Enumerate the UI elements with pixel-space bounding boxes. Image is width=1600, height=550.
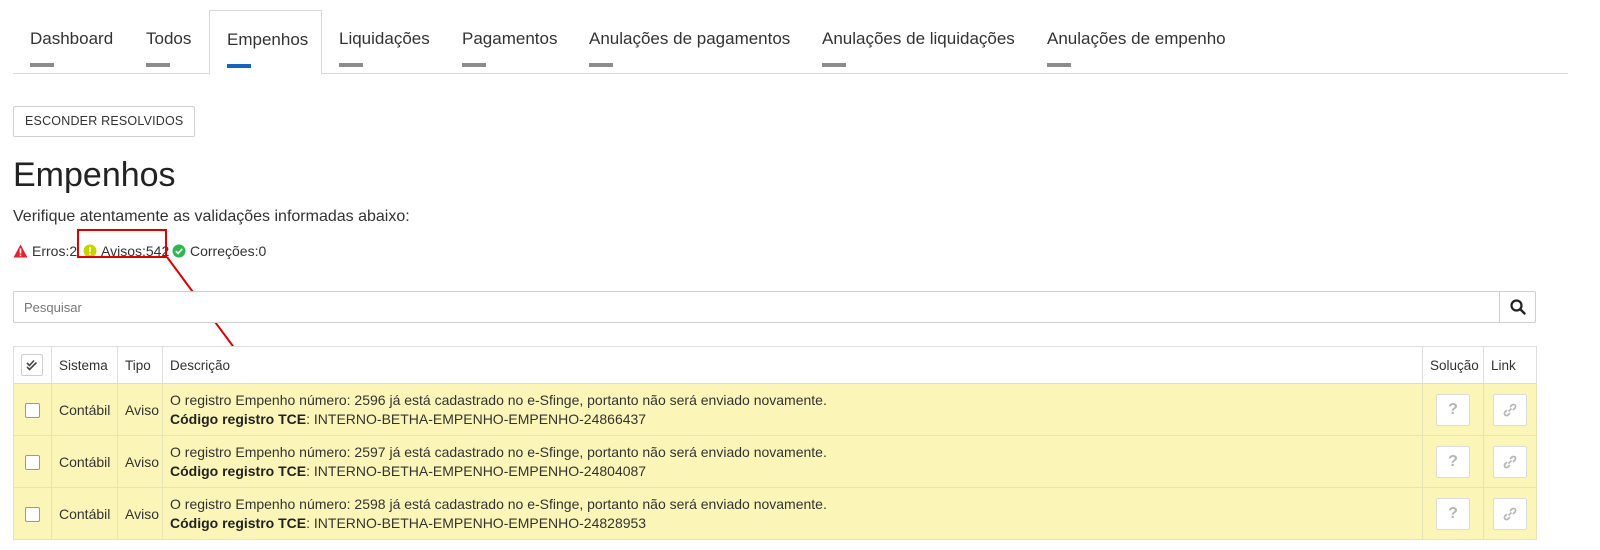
- link-icon: [1503, 403, 1517, 416]
- tab-indicator: [146, 63, 170, 67]
- check-circle-icon: [172, 244, 186, 258]
- tab-label: Anulações de pagamentos: [589, 29, 791, 48]
- tab-dashboard[interactable]: Dashboard: [13, 10, 130, 74]
- tab-indicator: [462, 63, 486, 67]
- cell-sistema: Contábil: [51, 487, 118, 540]
- tab-anulacoes-empenho[interactable]: Anulações de empenho: [1030, 10, 1243, 74]
- corrections-count: Correções:0: [190, 243, 267, 259]
- errors-stat[interactable]: Erros:2: [13, 241, 77, 261]
- code-label: Código registro TCE: [170, 462, 307, 479]
- tab-indicator: [589, 63, 613, 67]
- table-row: Contábil Aviso O registro Empenho número…: [13, 435, 1537, 488]
- select-all-header[interactable]: [13, 346, 52, 384]
- row-checkbox[interactable]: [25, 454, 40, 470]
- tab-label: Todos: [146, 29, 192, 48]
- cell-link: [1483, 383, 1537, 436]
- search-box: [13, 291, 1536, 323]
- code-label: Código registro TCE: [170, 514, 307, 531]
- cell-sistema: Contábil: [51, 383, 118, 436]
- search-input[interactable]: [14, 292, 1501, 322]
- cell-link: [1483, 487, 1537, 540]
- table-row: Contábil Aviso O registro Empenho número…: [13, 487, 1537, 540]
- table-row: Contábil Aviso O registro Empenho número…: [13, 383, 1537, 436]
- cell-link: [1483, 435, 1537, 488]
- errors-count: Erros:2: [32, 243, 78, 259]
- annotation-highlight-box: [77, 229, 167, 258]
- cell-tipo: Aviso: [117, 435, 163, 488]
- tab-indicator: [30, 63, 54, 67]
- solution-button[interactable]: ?: [1436, 497, 1470, 530]
- link-button[interactable]: [1493, 393, 1527, 426]
- cell-solucao: ?: [1422, 435, 1484, 488]
- col-tipo[interactable]: Tipo: [117, 346, 163, 384]
- tab-label: Anulações de liquidações: [822, 29, 1015, 48]
- solution-button[interactable]: ?: [1436, 393, 1470, 426]
- row-message: O registro Empenho número: 2596 já está …: [170, 391, 827, 408]
- link-button[interactable]: [1493, 497, 1527, 530]
- link-icon: [1503, 455, 1517, 468]
- tab-anulacoes-liquidacoes[interactable]: Anulações de liquidações: [805, 10, 1032, 74]
- row-code-line: Código registro TCE: INTERNO-BETHA-EMPEN…: [170, 514, 1415, 533]
- tab-indicator: [227, 64, 251, 68]
- row-select-cell: [13, 383, 52, 436]
- cell-tipo: Aviso: [117, 383, 163, 436]
- validations-table: Sistema Tipo Descrição Solução Link Cont…: [13, 346, 1537, 540]
- row-checkbox[interactable]: [25, 506, 40, 522]
- link-button[interactable]: [1493, 445, 1527, 478]
- hide-resolved-button[interactable]: ESCONDER RESOLVIDOS: [13, 106, 196, 137]
- solution-button[interactable]: ?: [1436, 445, 1470, 478]
- tab-label: Dashboard: [30, 29, 114, 48]
- double-check-icon[interactable]: [21, 354, 43, 376]
- tab-label: Pagamentos: [462, 29, 558, 48]
- cell-descricao: O registro Empenho número: 2597 já está …: [162, 435, 1423, 488]
- col-sistema[interactable]: Sistema: [51, 346, 118, 384]
- cell-solucao: ?: [1422, 487, 1484, 540]
- code-value: : INTERNO-BETHA-EMPENHO-EMPENHO-24804087: [306, 462, 647, 479]
- cell-solucao: ?: [1422, 383, 1484, 436]
- tab-bar: Dashboard Todos Empenhos Liquidações Pag…: [13, 10, 1568, 75]
- row-code-line: Código registro TCE: INTERNO-BETHA-EMPEN…: [170, 462, 1415, 481]
- tab-anulacoes-pagamentos[interactable]: Anulações de pagamentos: [572, 10, 807, 74]
- row-message: O registro Empenho número: 2598 já está …: [170, 495, 827, 512]
- warning-triangle-icon: [13, 244, 28, 258]
- page-subtitle: Verifique atentamente as validações info…: [13, 208, 410, 225]
- corrections-stat[interactable]: Correções:0: [172, 241, 266, 261]
- cell-tipo: Aviso: [117, 487, 163, 540]
- page-title: Empenhos: [13, 156, 176, 194]
- table-header-row: Sistema Tipo Descrição Solução Link: [13, 346, 1537, 384]
- code-value: : INTERNO-BETHA-EMPENHO-EMPENHO-24866437: [306, 410, 647, 427]
- col-descricao[interactable]: Descrição: [162, 346, 1423, 384]
- row-select-cell: [13, 487, 52, 540]
- row-message: O registro Empenho número: 2597 já está …: [170, 443, 827, 460]
- tab-indicator: [822, 63, 846, 67]
- cell-descricao: O registro Empenho número: 2598 já está …: [162, 487, 1423, 540]
- col-solucao[interactable]: Solução: [1422, 346, 1484, 384]
- row-code-line: Código registro TCE: INTERNO-BETHA-EMPEN…: [170, 410, 1415, 429]
- cell-descricao: O registro Empenho número: 2596 já está …: [162, 383, 1423, 436]
- search-button[interactable]: [1499, 292, 1535, 322]
- col-link[interactable]: Link: [1483, 346, 1537, 384]
- tab-liquidacoes[interactable]: Liquidações: [322, 10, 447, 74]
- tab-label: Liquidações: [339, 29, 430, 48]
- link-icon: [1503, 507, 1517, 520]
- search-icon: [1509, 299, 1526, 315]
- row-checkbox[interactable]: [25, 402, 40, 418]
- cell-sistema: Contábil: [51, 435, 118, 488]
- tab-todos[interactable]: Todos: [129, 10, 208, 74]
- code-value: : INTERNO-BETHA-EMPENHO-EMPENHO-24828953: [306, 514, 647, 531]
- tab-indicator: [339, 63, 363, 67]
- row-select-cell: [13, 435, 52, 488]
- tab-indicator: [1047, 63, 1071, 67]
- tab-pagamentos[interactable]: Pagamentos: [445, 10, 574, 74]
- tab-label: Empenhos: [227, 30, 309, 49]
- code-label: Código registro TCE: [170, 410, 307, 427]
- tab-label: Anulações de empenho: [1047, 29, 1226, 48]
- tab-empenhos[interactable]: Empenhos: [209, 10, 322, 75]
